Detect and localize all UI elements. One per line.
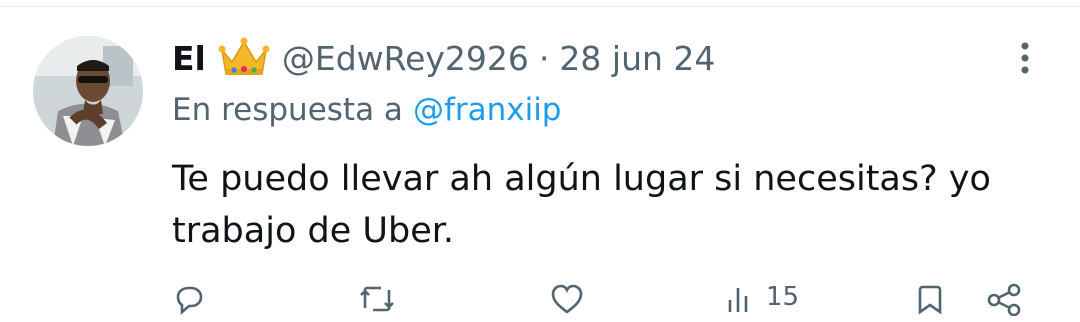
share-button[interactable]: [984, 282, 1024, 322]
retweet-icon: [357, 282, 397, 316]
share-icon: [984, 282, 1024, 316]
bookmark-button[interactable]: [914, 282, 946, 322]
tweet-text: Te puedo llevar ah algún lugar si necesi…: [172, 159, 991, 251]
reply-context: En respuesta a @franxiip: [172, 92, 562, 128]
top-divider: [0, 6, 1080, 7]
retweet-button[interactable]: [357, 282, 397, 322]
more-options-icon[interactable]: [1013, 40, 1037, 76]
separator-dot: ·: [538, 38, 550, 78]
reply-button[interactable]: [172, 282, 206, 322]
views-icon: [724, 282, 758, 316]
bookmark-icon: [914, 282, 946, 316]
reply-prefix: En respuesta a: [172, 92, 403, 128]
like-icon: [549, 282, 585, 316]
reply-to-handle[interactable]: @franxiip: [413, 92, 562, 128]
reply-icon: [172, 282, 206, 316]
user-handle[interactable]: @EdwRey2926: [282, 39, 529, 78]
action-bar: 15: [172, 282, 1052, 322]
views-count: 15: [766, 282, 800, 312]
avatar[interactable]: [33, 36, 143, 146]
views-button[interactable]: 15: [724, 282, 799, 322]
like-button[interactable]: [549, 282, 585, 322]
display-name[interactable]: El: [172, 39, 206, 78]
tweet-header: El @EdwRey2926 · 28 jun 24: [172, 34, 715, 82]
tweet-date[interactable]: 28 jun 24: [559, 39, 715, 78]
crown-icon: [218, 36, 270, 80]
